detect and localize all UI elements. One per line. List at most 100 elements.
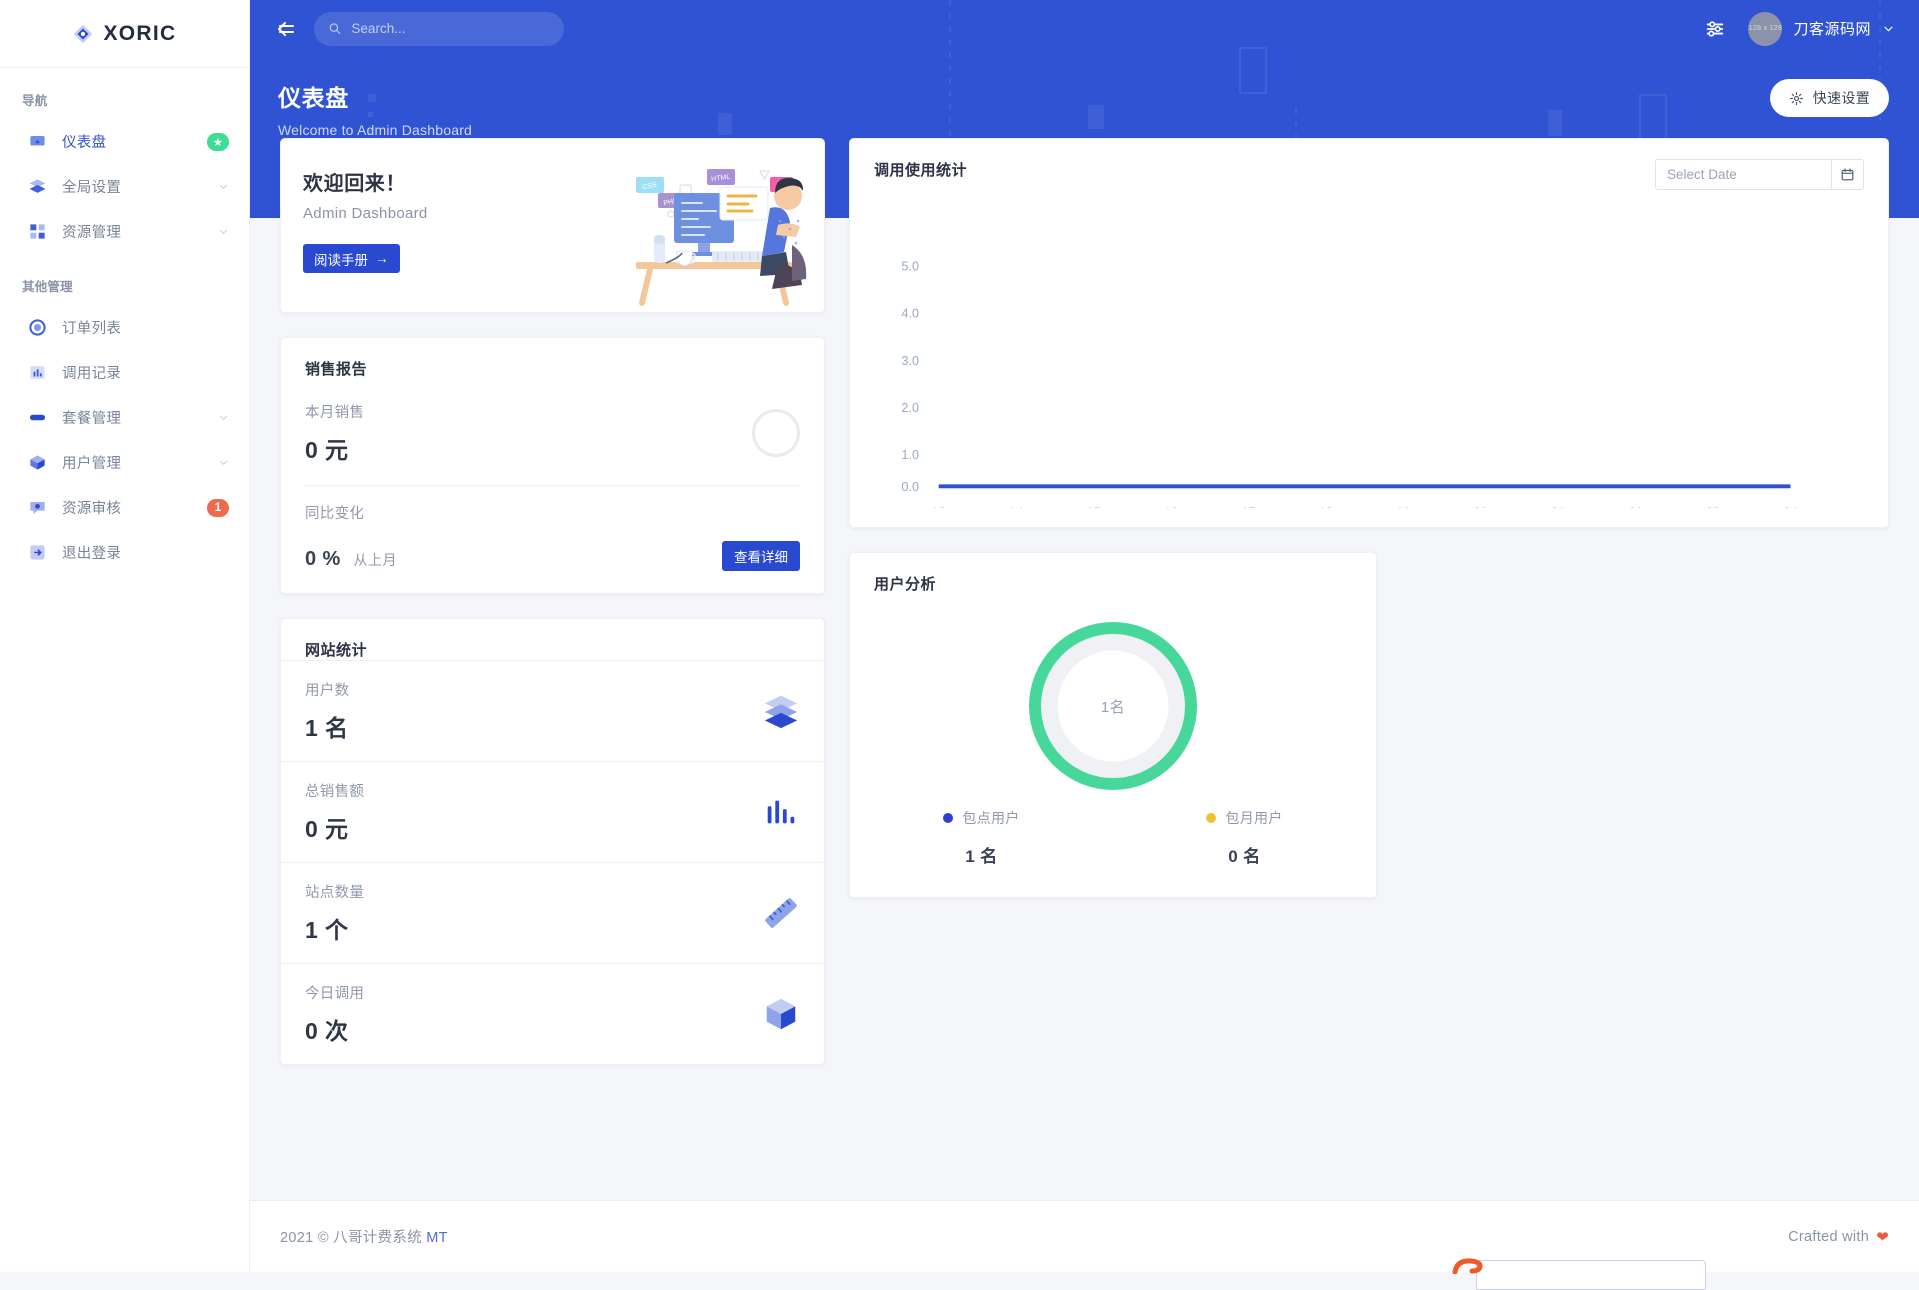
- search-input[interactable]: [351, 21, 550, 36]
- chart-plot-area: 5.0 4.0 3.0 2.0 1.0 0.0 13 14 15 16 17 18 19 20 2…: [850, 190, 1888, 546]
- svg-text:15: 15: [1086, 505, 1100, 508]
- quick-settings-button[interactable]: 快速设置: [1769, 79, 1889, 117]
- other-section-title: 其他管理: [22, 280, 73, 294]
- date-input[interactable]: [1655, 159, 1831, 190]
- chevron-down-icon: [219, 415, 228, 420]
- topbar: 128 x 128 刀客源码网: [250, 0, 1919, 57]
- sidebar-item-resource-management[interactable]: 资源管理: [0, 209, 249, 254]
- bar-chart-icon: [30, 366, 45, 379]
- welcome-card: 欢迎回来！ Admin Dashboard 阅读手册 → CSS PHP HTM…: [280, 138, 825, 313]
- sidebar-item-label: 仪表盘: [62, 135, 107, 151]
- page-title: 仪表盘: [278, 85, 349, 111]
- legend-dot-icon: [943, 813, 954, 823]
- sliders-icon[interactable]: [1704, 18, 1726, 40]
- view-detail-button[interactable]: 查看详细: [722, 541, 800, 571]
- user-analysis-title: 用户分析: [874, 576, 937, 593]
- sidebar-item-label: 订单列表: [62, 321, 122, 337]
- sales-footer: 0 % 从上月 查看详细: [281, 523, 824, 593]
- svg-text:18: 18: [1319, 505, 1333, 508]
- stat-value: 1 个: [305, 917, 349, 943]
- arrow-right-icon: →: [375, 251, 389, 266]
- sidebar-item-resource-audit[interactable]: 资源审核 1: [0, 485, 249, 530]
- footer-left: 2021 © 八哥计费系统 MT: [280, 1226, 448, 1247]
- sales-report-title: 销售报告: [305, 361, 368, 378]
- hero-header: 仪表盘 Welcome to Admin Dashboard 快速设置: [250, 57, 1919, 138]
- cube-3d-icon: [766, 998, 796, 1030]
- sidebar-item-label: 调用记录: [62, 366, 122, 382]
- sidebar-item-call-records[interactable]: 调用记录: [0, 350, 249, 395]
- main-area: 128 x 128 刀客源码网 仪表盘 Welcome to Admin Das…: [250, 0, 1919, 1272]
- sales-report-card: 销售报告 本月销售 0 元 同比变化 0 % 从上月 查看详细: [280, 337, 825, 594]
- stat-row-total-sales: 总销售额 0 元: [281, 761, 824, 862]
- page-subtitle: Welcome to Admin Dashboard: [278, 122, 473, 138]
- quick-settings-label: 快速设置: [1812, 90, 1870, 106]
- sidebar-item-dashboard[interactable]: 仪表盘 ★: [0, 119, 249, 164]
- donut-chart: 1名: [1027, 620, 1199, 792]
- sidebar-item-order-list[interactable]: 订单列表: [0, 305, 249, 350]
- sales-change-block: 同比变化: [281, 486, 824, 523]
- svg-text:2.0: 2.0: [901, 400, 919, 415]
- svg-text:20: 20: [1474, 505, 1488, 508]
- svg-text:3.0: 3.0: [901, 353, 919, 368]
- dashboard-badge: ★: [206, 132, 229, 151]
- layers-icon: [29, 179, 46, 193]
- usage-chart-card: 调用使用统计 Select Date 5.0 4.0 3.0 2.0 1.0 0…: [849, 138, 1889, 546]
- resource-audit-badge: 1: [207, 498, 229, 517]
- sales-body: 本月销售 0 元: [281, 379, 824, 486]
- change-label: 同比变化: [305, 506, 365, 522]
- search-box[interactable]: [314, 11, 564, 46]
- user-name: 刀客源码网: [1793, 21, 1871, 38]
- pill-icon: [29, 414, 46, 421]
- circle-icon: [29, 319, 46, 336]
- welcome-subtitle: Admin Dashboard: [303, 205, 428, 222]
- legend-dot-icon: [1206, 813, 1217, 823]
- calendar-icon: [1841, 168, 1854, 181]
- sidebar-item-logout[interactable]: 退出登录: [0, 530, 249, 575]
- legend-value: 0 名: [1228, 847, 1261, 866]
- sidebar-item-global-settings[interactable]: 全局设置: [0, 164, 249, 209]
- gear-icon: [1789, 91, 1803, 105]
- date-picker[interactable]: [1655, 159, 1864, 190]
- svg-text:14: 14: [1009, 505, 1023, 508]
- legend-item-monthly-users: 包月用户 0 名: [1113, 808, 1376, 867]
- sidebar-item-label: 资源管理: [62, 225, 122, 241]
- stat-value: 1 名: [305, 715, 349, 741]
- welcome-text: 欢迎回来！ Admin Dashboard 阅读手册 →: [303, 163, 428, 312]
- copyright-icon: ©: [317, 1230, 329, 1246]
- sidebar-item-user-management[interactable]: 用户管理: [0, 440, 249, 485]
- stat-value: 0 次: [305, 1018, 349, 1044]
- sidebar: XORIC 导航 仪表盘 ★ 全局设置 资源管理 其他管理 订单列表 调用记录 …: [0, 0, 250, 1272]
- stat-label: 用户数: [305, 683, 350, 699]
- topbar-right: 128 x 128 刀客源码网: [1704, 11, 1895, 46]
- dashboard-icon: [30, 135, 45, 146]
- right-column: 调用使用统计 Select Date 5.0 4.0 3.0 2.0 1.0 0…: [849, 138, 1889, 1065]
- brand-name: XORIC: [103, 21, 177, 45]
- left-column: 欢迎回来！ Admin Dashboard 阅读手册 → CSS PHP HTM…: [280, 138, 825, 1065]
- legend-top: 包月用户: [1113, 808, 1376, 828]
- chevron-down-icon: [219, 229, 228, 234]
- chevron-down-icon: [1884, 26, 1893, 32]
- stat-label: 今日调用: [305, 986, 365, 1002]
- calendar-button[interactable]: [1831, 159, 1864, 190]
- donut-legend: 包点用户 1 名 包月用户 0 名: [850, 802, 1376, 897]
- user-menu[interactable]: 128 x 128 刀客源码网: [1748, 11, 1895, 46]
- stat-label: 站点数量: [305, 885, 365, 901]
- stat-row-site-count: 站点数量 1 个: [281, 862, 824, 963]
- stat-row-users: 用户数 1 名: [281, 660, 824, 761]
- change-value-line: 0 % 从上月: [305, 548, 397, 571]
- sidebar-item-package-management[interactable]: 套餐管理: [0, 395, 249, 440]
- read-manual-button[interactable]: 阅读手册 →: [303, 244, 400, 273]
- collapse-left-icon[interactable]: [274, 17, 298, 41]
- footer-link[interactable]: MT: [426, 1230, 448, 1246]
- legend-item-point-users: 包点用户 1 名: [850, 808, 1113, 867]
- sidebar-item-label: 退出登录: [62, 546, 122, 562]
- welcome-heading: 欢迎回来！: [303, 173, 406, 195]
- brand-logo[interactable]: XORIC: [0, 0, 249, 68]
- ruler-icon: [765, 898, 797, 928]
- svg-text:21: 21: [1551, 505, 1565, 508]
- developer-desk-illustration: CSS PHP HTML JS: [636, 169, 807, 306]
- legend-top: 包点用户: [850, 808, 1113, 828]
- bar-chart-icon: [767, 800, 795, 824]
- footer-system-name: 八哥计费系统: [333, 1230, 422, 1246]
- svg-text:13: 13: [932, 505, 946, 508]
